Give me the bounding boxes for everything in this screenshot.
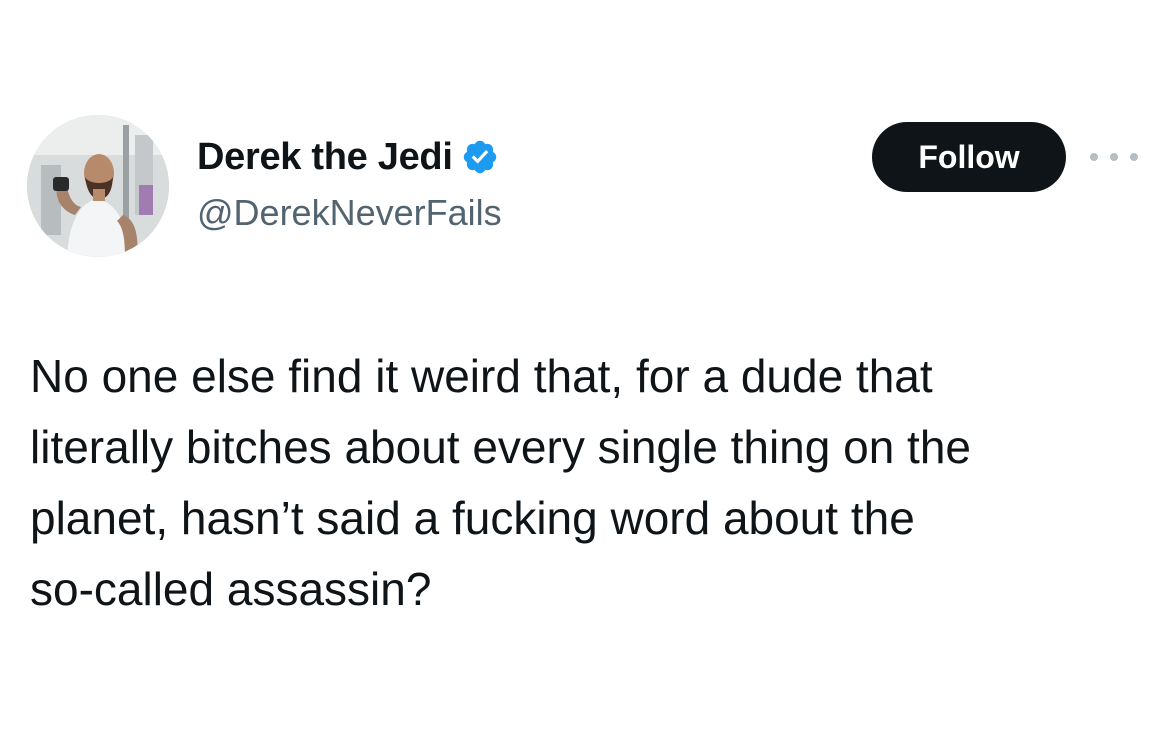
verified-badge-icon [461,138,499,176]
more-dot [1090,153,1098,161]
author-handle[interactable]: @DerekNeverFails [197,192,502,234]
avatar-photo [27,115,169,257]
follow-button[interactable]: Follow [872,122,1066,192]
more-options-icon[interactable] [1090,145,1138,169]
author-display-name[interactable]: Derek the Jedi [197,136,453,179]
tweet-text: No one else find it weird that, for a du… [30,350,972,615]
more-dot [1130,153,1138,161]
more-dot [1110,153,1118,161]
avatar[interactable] [27,115,169,257]
tweet-card: Derek the Jedi @DerekNeverFails Follow N… [0,0,1170,747]
author-name-row[interactable]: Derek the Jedi [197,133,499,181]
